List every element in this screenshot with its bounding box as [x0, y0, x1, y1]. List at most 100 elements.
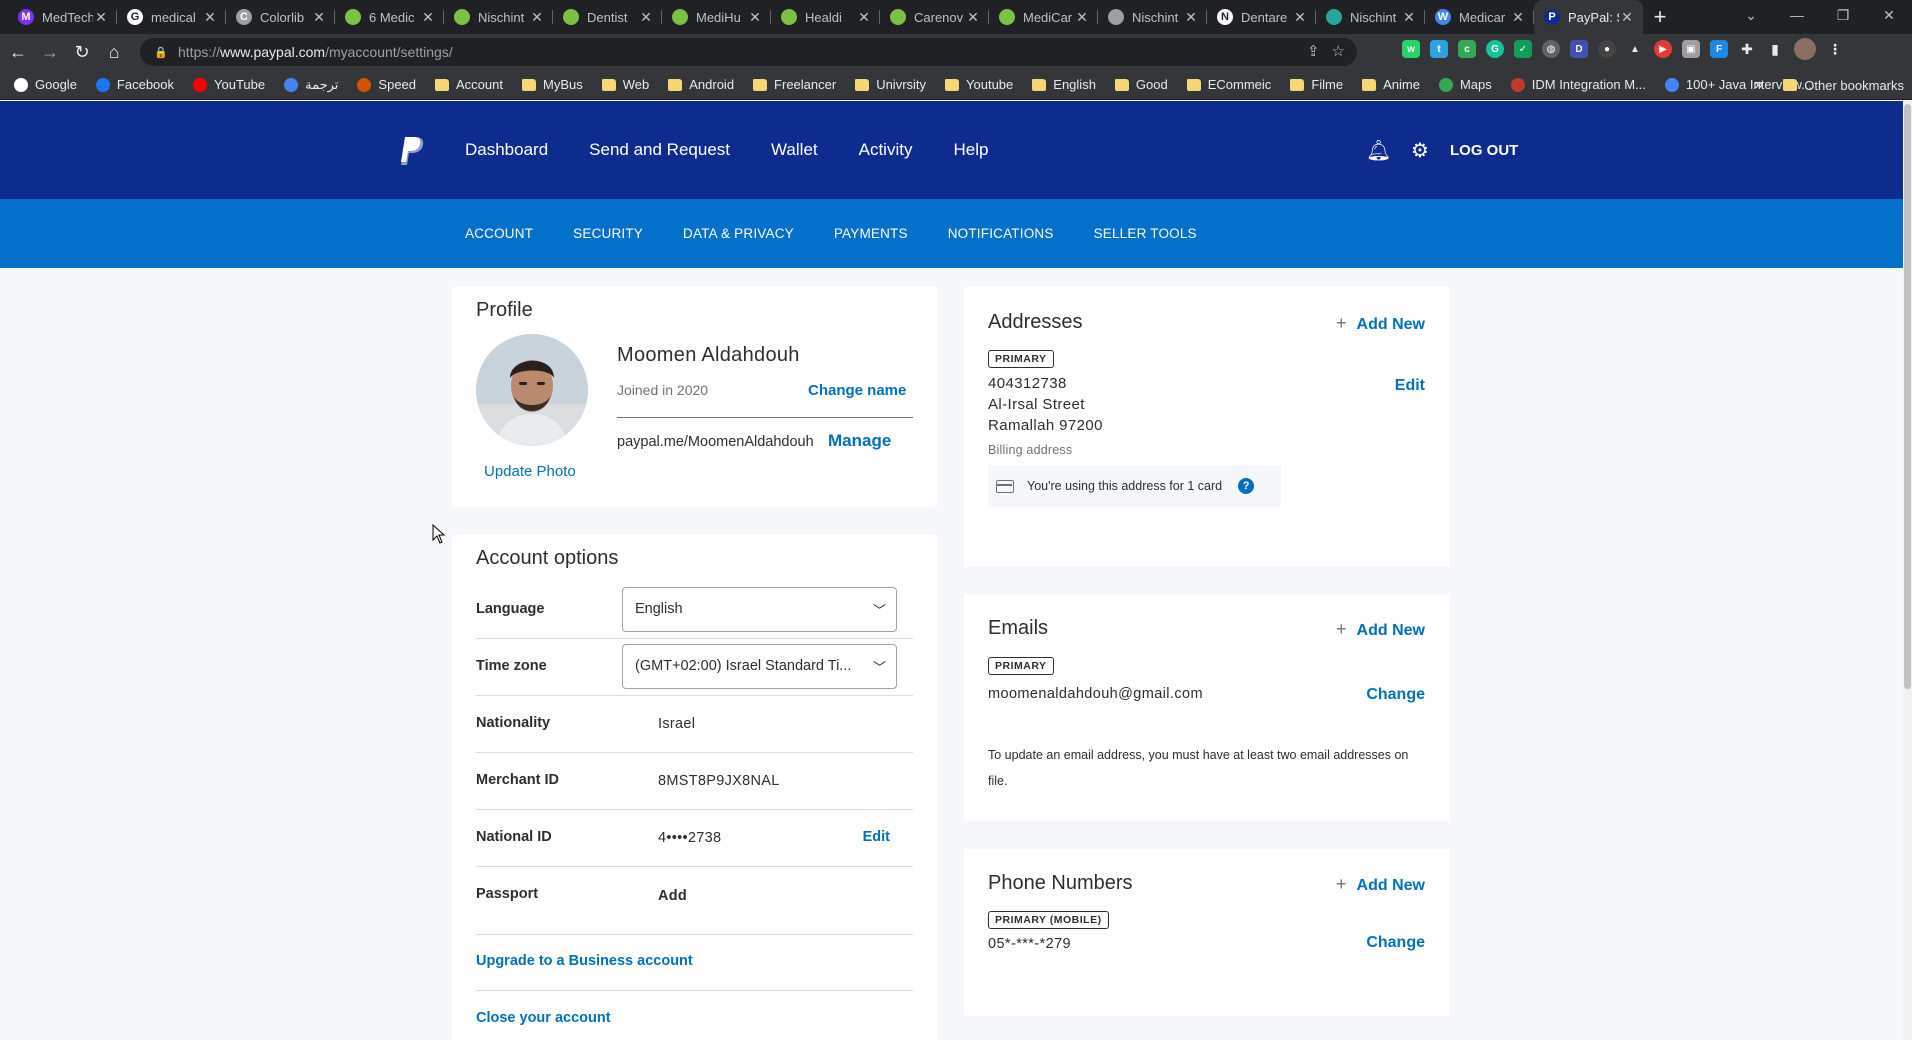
bookmarks-overflow-button[interactable]: »: [1754, 76, 1763, 94]
close-account-link[interactable]: Close your account: [476, 1010, 611, 1026]
bookmark-item[interactable]: Android: [668, 77, 734, 92]
tab-close-icon[interactable]: ✕: [965, 9, 981, 26]
globe-extension-icon[interactable]: ◍: [1542, 40, 1560, 58]
page-scrollbar[interactable]: [1903, 101, 1912, 1040]
update-photo-link[interactable]: Update Photo: [484, 463, 576, 480]
browser-tab[interactable]: MediCar ✕: [989, 0, 1098, 34]
passport-add-link[interactable]: Add: [658, 888, 687, 904]
bookmark-item[interactable]: MyBus: [522, 77, 583, 92]
tab-close-icon[interactable]: ✕: [311, 9, 327, 26]
tab-close-icon[interactable]: ✕: [93, 9, 109, 26]
browser-tab[interactable]: W Medicar ✕: [1425, 0, 1534, 34]
tab-seller-tools[interactable]: SELLER TOOLS: [1094, 226, 1197, 241]
bookmark-item[interactable]: YouTube: [193, 77, 265, 92]
tab-close-icon[interactable]: ✕: [1401, 9, 1417, 26]
tab-close-icon[interactable]: ✕: [202, 9, 218, 26]
language-select[interactable]: English ﹀: [622, 587, 897, 632]
bookmark-item[interactable]: Youtube: [945, 77, 1013, 92]
bookmark-item[interactable]: Good: [1114, 77, 1168, 92]
nav-activity[interactable]: Activity: [859, 140, 913, 160]
bookmark-item[interactable]: Web: [601, 77, 649, 92]
side-panel-icon[interactable]: ▮: [1766, 40, 1784, 58]
new-tab-button[interactable]: +: [1643, 0, 1677, 34]
bookmark-item[interactable]: English: [1032, 77, 1096, 92]
share-icon[interactable]: ⇪: [1307, 42, 1320, 60]
puzzle-extensions-icon[interactable]: ✚: [1738, 40, 1756, 58]
tab-close-icon[interactable]: ✕: [747, 9, 763, 26]
nav-help[interactable]: Help: [953, 140, 988, 160]
bookmark-item[interactable]: IDM Integration M...: [1510, 77, 1646, 92]
minimize-button[interactable]: —: [1774, 0, 1820, 30]
tab-close-icon[interactable]: ✕: [856, 9, 872, 26]
address-bar[interactable]: 🔒 https://www.paypal.com/myaccount/setti…: [140, 38, 1357, 66]
nav-dashboard[interactable]: Dashboard: [465, 140, 548, 160]
browser-tab[interactable]: Dentist ✕: [553, 0, 662, 34]
browser-tab[interactable]: C Colorlib ✕: [226, 0, 335, 34]
whatsapp-extension-icon[interactable]: w: [1402, 40, 1420, 58]
tab-close-icon[interactable]: ✕: [1619, 9, 1635, 26]
home-button[interactable]: ⌂: [100, 38, 128, 66]
d-extension-icon[interactable]: D: [1570, 40, 1588, 58]
f-extension-icon[interactable]: F: [1710, 40, 1728, 58]
tab-payments[interactable]: PAYMENTS: [834, 226, 908, 241]
bookmark-item[interactable]: Facebook: [95, 77, 174, 92]
bookmark-item[interactable]: Account: [435, 77, 503, 92]
menu-dots-icon[interactable]: ⋮: [1826, 40, 1844, 58]
browser-tab[interactable]: Nischint ✕: [1098, 0, 1207, 34]
tab-close-icon[interactable]: ✕: [1183, 9, 1199, 26]
bookmark-item[interactable]: Google: [14, 77, 77, 92]
drive-extension-icon[interactable]: ▲: [1626, 40, 1644, 58]
bookmark-item[interactable]: Univrsity: [855, 77, 926, 92]
logout-button[interactable]: LOG OUT: [1450, 142, 1518, 159]
national-id-edit-link[interactable]: Edit: [863, 829, 890, 845]
add-address-button[interactable]: + Add New: [1336, 313, 1425, 334]
tab-account[interactable]: ACCOUNT: [465, 226, 533, 241]
bookmark-item[interactable]: Maps: [1438, 77, 1492, 92]
bookmark-item[interactable]: Anime: [1362, 77, 1420, 92]
grammarly-icon[interactable]: G: [1486, 40, 1504, 58]
browser-tab[interactable]: M MedTech ✕: [8, 0, 117, 34]
tab-close-icon[interactable]: ✕: [1292, 9, 1308, 26]
browser-tab[interactable]: Gmedical ✕: [117, 0, 226, 34]
reload-button[interactable]: ↻: [68, 38, 96, 66]
add-email-button[interactable]: + Add New: [1336, 619, 1425, 640]
bookmark-item[interactable]: ECommeic: [1186, 77, 1271, 92]
edit-address-link[interactable]: Edit: [1395, 377, 1425, 395]
tab-data-privacy[interactable]: DATA & PRIVACY: [683, 226, 794, 241]
screenshot-extension-icon[interactable]: ▣: [1682, 40, 1700, 58]
circle-extension-icon[interactable]: ●: [1598, 40, 1616, 58]
upgrade-business-link[interactable]: Upgrade to a Business account: [476, 953, 693, 969]
browser-tab[interactable]: N Dentare ✕: [1207, 0, 1316, 34]
manage-paypalme-link[interactable]: Manage: [828, 431, 891, 451]
tab-close-icon[interactable]: ✕: [1510, 9, 1526, 26]
nav-wallet[interactable]: Wallet: [771, 140, 818, 160]
tab-close-icon[interactable]: ✕: [420, 9, 436, 26]
browser-tab[interactable]: Carenov ✕: [880, 0, 989, 34]
extension-icon[interactable]: c: [1458, 40, 1476, 58]
paypal-logo-icon[interactable]: [400, 136, 424, 166]
bookmark-item[interactable]: Freelancer: [753, 77, 836, 92]
profile-avatar-icon[interactable]: [1794, 38, 1816, 60]
browser-tab[interactable]: MediHu ✕: [662, 0, 771, 34]
restore-button[interactable]: ❐: [1820, 0, 1866, 30]
change-email-link[interactable]: Change: [1366, 686, 1425, 704]
browser-tab[interactable]: 6 Medic ✕: [335, 0, 444, 34]
bookmark-star-icon[interactable]: ☆: [1332, 42, 1345, 60]
help-icon[interactable]: ?: [1238, 478, 1255, 494]
telegram-extension-icon[interactable]: t: [1430, 40, 1448, 58]
tab-close-icon[interactable]: ✕: [1074, 9, 1090, 26]
notifications-bell-icon[interactable]: 🔔︎: [1366, 138, 1391, 163]
browser-tab[interactable]: Nischint ✕: [1316, 0, 1425, 34]
profile-photo[interactable]: [476, 334, 588, 446]
back-button[interactable]: ←: [4, 38, 32, 66]
browser-tab[interactable]: Healdi ✕: [771, 0, 880, 34]
forward-button[interactable]: →: [36, 38, 64, 66]
tab-notifications[interactable]: NOTIFICATIONS: [948, 226, 1054, 241]
tab-close-icon[interactable]: ✕: [638, 9, 654, 26]
browser-tab[interactable]: Nischint ✕: [444, 0, 553, 34]
tab-security[interactable]: SECURITY: [573, 226, 643, 241]
scrollbar-thumb[interactable]: [1904, 104, 1911, 689]
nav-send-and-request[interactable]: Send and Request: [589, 140, 730, 160]
tab-close-icon[interactable]: ✕: [529, 9, 545, 26]
tab-search-icon[interactable]: ⌄: [1728, 0, 1774, 30]
